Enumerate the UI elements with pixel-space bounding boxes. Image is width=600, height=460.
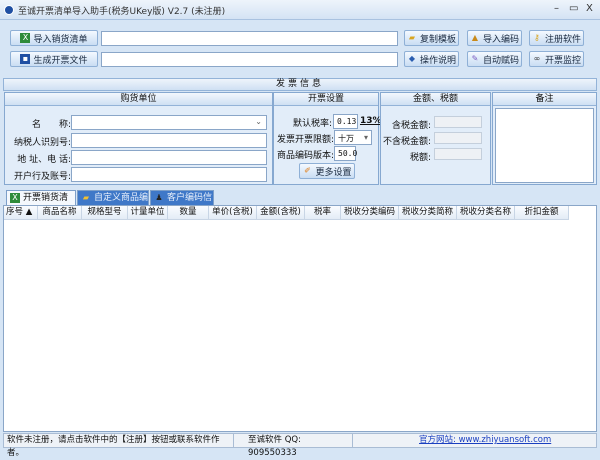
tax-amount-label: 税额:	[409, 153, 431, 163]
import-list-button[interactable]: X 导入销货清单	[10, 30, 98, 46]
status-bar: 软件未注册，请点击软件中的【注册】按钮或联系软件作者。 至诚软件 QQ: 909…	[3, 433, 597, 458]
output-path-input[interactable]	[101, 52, 398, 67]
settings-title: 开票设置	[274, 93, 378, 106]
bank-input[interactable]	[71, 167, 267, 182]
tax-rate-percent: 13%	[360, 116, 382, 126]
remarks-title: 备注	[493, 93, 596, 106]
register-button[interactable]: ⚷ 注册软件	[529, 30, 584, 46]
incl-tax-label: 含税金额:	[391, 121, 431, 131]
import-code-label: 导入编码	[482, 34, 519, 45]
key-icon: ⚷	[534, 33, 540, 42]
limit-value: 十万	[338, 134, 354, 143]
auto-code-label: 自动赋码	[482, 55, 519, 66]
column-header[interactable]: 规格型号	[82, 206, 128, 220]
buyer-name-select[interactable]: ⌄	[71, 115, 267, 130]
items-table: 序号 ▲ 商品名称 规格型号 计量单位 数量 单价(含税) 金额(含税) 税率 …	[3, 205, 597, 432]
remarks-textarea[interactable]	[495, 108, 594, 183]
maximize-button[interactable]: ▭	[569, 3, 578, 14]
amounts-group: 金额、税额 含税金额: 不含税金额: 税额:	[380, 92, 491, 185]
limit-label: 发票开票限额:	[276, 135, 334, 145]
limit-select[interactable]: 十万 ▾	[334, 130, 372, 145]
column-header[interactable]: 序号 ▲	[4, 206, 38, 220]
column-header[interactable]: 税收分类名称	[457, 206, 515, 220]
import-path-input[interactable]	[101, 31, 398, 46]
folder-icon: ▰	[82, 193, 90, 202]
column-header[interactable]: 税收分类简称	[399, 206, 457, 220]
buyer-title: 购货单位	[5, 93, 272, 106]
window-title: 至诚开票清单导入助手(税务UKey版) V2.7 (未注册)	[18, 7, 226, 17]
import-icon: ▲	[471, 33, 479, 42]
column-header[interactable]: 单价(含税)	[209, 206, 257, 220]
import-code-button[interactable]: ▲ 导入编码	[467, 30, 522, 46]
tab-custom-codes[interactable]: ▰自定义商品编码	[77, 190, 149, 217]
address-input[interactable]	[71, 150, 267, 165]
column-header[interactable]: 计量单位	[128, 206, 168, 220]
status-qq: 至诚软件 QQ: 909550333	[234, 434, 353, 458]
book-icon: ◆	[408, 54, 416, 63]
folder-icon: ▰	[408, 33, 416, 42]
tax-id-label: 纳税人识别号:	[13, 138, 71, 148]
user-icon: ♟	[155, 193, 163, 202]
excl-tax-label: 不含税金额:	[382, 137, 431, 147]
register-label: 注册软件	[544, 34, 581, 45]
copy-template-button[interactable]: ▰ 复制模板	[404, 30, 459, 46]
app-logo-icon	[4, 5, 14, 15]
invoice-info-header: 发票信息	[3, 78, 597, 91]
tab-sales-list[interactable]: X开票销货清单	[6, 190, 76, 217]
excel-icon: X	[10, 193, 20, 203]
buyer-group: 购货单位 名 称: ⌄ 纳税人识别号: 地 址、电 话: 开户行及账号:	[4, 92, 273, 185]
dropdown-icon: ▾	[363, 133, 368, 142]
column-header[interactable]: 数量	[168, 206, 209, 220]
manual-label: 操作说明	[419, 55, 456, 66]
tax-amount-field	[434, 148, 482, 160]
excel-icon: X	[20, 33, 31, 43]
generate-file-label: 生成开票文件	[33, 55, 88, 66]
column-header[interactable]: 税收分类编码	[341, 206, 399, 220]
column-header[interactable]: 折扣金额	[515, 206, 569, 220]
column-header[interactable]: 商品名称	[38, 206, 82, 220]
tax-rate-label: 默认税率:	[292, 119, 332, 129]
minimize-button[interactable]: –	[554, 3, 559, 14]
save-icon: ▪	[20, 54, 31, 64]
monitor-label: 开票监控	[544, 55, 581, 66]
copy-template-label: 复制模板	[419, 34, 456, 45]
chevron-down-icon: ⌄	[255, 117, 262, 126]
tax-rate-input[interactable]: 0.13	[333, 114, 358, 129]
column-header[interactable]: 金额(含税)	[257, 206, 305, 220]
close-button[interactable]: X	[586, 3, 593, 14]
settings-group: 开票设置 默认税率: 0.13 13% 发票开票限额: 十万 ▾ 商品编码版本: …	[273, 92, 382, 185]
column-header[interactable]: 税率	[305, 206, 341, 220]
incl-tax-field	[434, 116, 482, 128]
auto-code-button[interactable]: ✎ 自动赋码	[467, 51, 522, 67]
name-label: 名 称:	[31, 120, 71, 130]
generate-file-button[interactable]: ▪ 生成开票文件	[10, 51, 98, 67]
monitor-button[interactable]: ∞ 开票监控	[529, 51, 584, 67]
edit-icon: ✎	[471, 54, 479, 63]
status-message: 软件未注册，请点击软件中的【注册】按钮或联系软件作者。	[4, 434, 234, 458]
bank-label: 开户行及账号:	[13, 172, 71, 182]
excl-tax-field	[434, 132, 482, 144]
amounts-title: 金额、税额	[381, 93, 490, 106]
binoculars-icon: ∞	[533, 54, 541, 63]
remarks-group: 备注	[492, 92, 597, 185]
address-label: 地 址、电 话:	[17, 155, 71, 165]
code-version-label: 商品编码版本:	[276, 151, 334, 161]
wrench-icon: ✐	[304, 166, 311, 175]
tax-id-input[interactable]	[71, 133, 267, 148]
tab-customer-codes[interactable]: ♟客户编码信息	[150, 190, 214, 217]
import-list-label: 导入销货清单	[33, 34, 88, 45]
more-settings-button[interactable]: ✐ 更多设置	[299, 163, 355, 179]
manual-button[interactable]: ◆ 操作说明	[404, 51, 459, 67]
more-settings-label: 更多设置	[315, 167, 352, 178]
code-version-input[interactable]: 50.0	[334, 146, 357, 161]
website-link[interactable]: 官方网站: www.zhiyuansoft.com	[353, 434, 596, 447]
title-bar: 至诚开票清单导入助手(税务UKey版) V2.7 (未注册) – ▭ X	[0, 0, 600, 20]
